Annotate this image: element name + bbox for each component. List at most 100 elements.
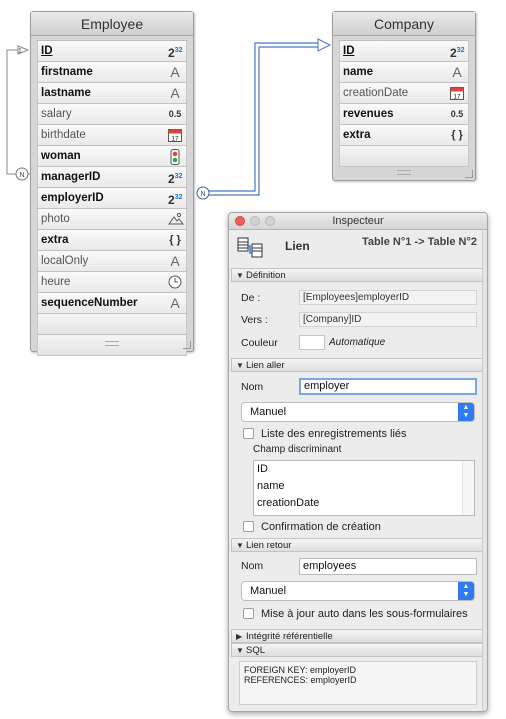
field-row-lastname[interactable]: lastname A xyxy=(37,83,187,104)
section-sql[interactable]: ▼ SQL xyxy=(231,643,485,657)
section-forward-link[interactable]: ▼ Lien aller xyxy=(231,358,485,372)
field-name: ID xyxy=(41,45,53,57)
manager-link-line[interactable] xyxy=(6,49,32,175)
field-name: salary xyxy=(41,108,72,120)
alpha-icon: A xyxy=(170,64,180,80)
minimize-window-button[interactable] xyxy=(250,216,260,226)
empty-field-row[interactable] xyxy=(37,314,187,335)
many-marker-employer-label: N xyxy=(200,191,205,198)
auto-update-checkbox[interactable] xyxy=(243,608,254,619)
section-forward-link-label: Lien aller xyxy=(246,360,285,371)
disclosure-open-icon[interactable]: ▼ xyxy=(236,644,244,657)
object-icon: { } xyxy=(169,234,181,246)
inspector-titlebar[interactable]: Inspecteur xyxy=(229,213,487,230)
list-item[interactable]: creationDate xyxy=(254,495,474,512)
auto-update-checkbox-row[interactable]: Mise à jour auto dans les sous-formulair… xyxy=(243,608,468,620)
many-marker-manager-label: N xyxy=(19,172,24,179)
field-name: heure xyxy=(41,276,71,288)
backward-mode-select[interactable]: Manuel ▲ ▼ xyxy=(241,581,475,601)
company-field-list: ID 232 name AcreationDate 17 revenues 0.5 extra… xyxy=(339,40,469,167)
backward-name-input[interactable]: employees xyxy=(299,558,477,575)
picture-icon xyxy=(168,210,185,228)
svg-text:17: 17 xyxy=(171,136,179,143)
related-list-checkbox-row[interactable]: Liste des enregistrements liés xyxy=(243,428,407,440)
employee-table-title[interactable]: Employee xyxy=(31,12,193,36)
inspector-window[interactable]: Inspecteur Lien Table N°1 -> Table N°2 ▼… xyxy=(228,212,488,712)
field-name: name xyxy=(343,66,374,78)
field-row-sequencenumber[interactable]: sequenceNumber A xyxy=(37,293,187,314)
forward-mode-select[interactable]: Manuel ▲ ▼ xyxy=(241,402,475,422)
many-marker-manager-icon xyxy=(15,167,29,181)
disclosure-closed-icon[interactable]: ▶ xyxy=(236,630,242,643)
resize-handle-icon[interactable] xyxy=(465,170,473,178)
forward-name-input[interactable]: employer xyxy=(299,378,477,395)
field-name: managerID xyxy=(41,171,101,183)
field-row-localonly[interactable]: localOnly A xyxy=(37,251,187,272)
integer32-icon: 232 xyxy=(450,46,465,60)
to-value: [Company]ID xyxy=(299,312,477,327)
field-row-managerid[interactable]: managerID 232 xyxy=(37,167,187,188)
disclosure-open-icon[interactable]: ▼ xyxy=(236,269,244,282)
empty-field-row[interactable] xyxy=(339,146,469,167)
field-name: firstname xyxy=(41,66,93,78)
field-row-name[interactable]: name A xyxy=(339,62,469,83)
resize-handle-icon[interactable] xyxy=(183,341,191,349)
section-integrity[interactable]: ▶ Intégrité référentielle xyxy=(231,629,485,643)
relation-link-icon xyxy=(237,237,263,258)
company-table-title[interactable]: Company xyxy=(333,12,475,36)
from-label: De : xyxy=(241,292,261,304)
field-row-employerid[interactable]: employerID 232 xyxy=(37,188,187,209)
to-label: Vers : xyxy=(241,314,268,326)
field-row-revenues[interactable]: revenues 0.5 xyxy=(339,104,469,125)
field-row-salary[interactable]: salary 0.5 xyxy=(37,104,187,125)
employer-link-line[interactable] xyxy=(209,42,318,196)
section-definition[interactable]: ▼ Définition xyxy=(231,268,485,282)
field-row-id[interactable]: ID 232 xyxy=(339,41,469,62)
inspector-scrollbar[interactable] xyxy=(482,231,487,711)
confirm-checkbox-row[interactable]: Confirmation de création xyxy=(243,521,381,533)
employee-table[interactable]: Employee ID 232 firstname Alastname Asalary 0… xyxy=(30,11,194,356)
field-name: woman xyxy=(41,150,81,162)
inspector-header: Lien Table N°1 -> Table N°2 xyxy=(229,230,487,268)
disclosure-open-icon[interactable]: ▼ xyxy=(236,539,244,552)
field-row-creationdate[interactable]: creationDate 17 xyxy=(339,83,469,104)
field-row-birthdate[interactable]: birthdate 17 xyxy=(37,125,187,146)
sql-line-references: REFERENCES: employerID xyxy=(244,675,357,685)
discriminant-label: Champ discriminant xyxy=(253,444,342,455)
field-name: employerID xyxy=(41,192,104,204)
object-type-label: Lien xyxy=(285,239,310,253)
updown-chevron-icon[interactable]: ▲ ▼ xyxy=(458,403,474,421)
auto-update-label: Mise à jour auto dans les sous-formulair… xyxy=(261,608,468,620)
field-row-id[interactable]: ID 232 xyxy=(37,41,187,62)
zoom-window-button[interactable] xyxy=(265,216,275,226)
disclosure-open-icon[interactable]: ▼ xyxy=(236,359,244,372)
close-window-button[interactable] xyxy=(235,216,245,226)
color-label: Couleur xyxy=(241,337,278,349)
field-row-extra[interactable]: extra { } xyxy=(339,125,469,146)
related-list-checkbox[interactable] xyxy=(243,428,254,439)
list-item[interactable]: ID xyxy=(254,461,474,478)
section-backward-link-label: Lien retour xyxy=(246,540,292,551)
sql-line-foreign-key: FOREIGN KEY: employerID xyxy=(244,665,357,675)
list-scrollbar[interactable] xyxy=(462,461,474,515)
updown-chevron-icon[interactable]: ▲ ▼ xyxy=(458,582,474,600)
field-row-woman[interactable]: woman xyxy=(37,146,187,167)
field-row-photo[interactable]: photo xyxy=(37,209,187,230)
section-backward-link[interactable]: ▼ Lien retour xyxy=(231,538,485,552)
integer32-icon: 232 xyxy=(168,193,183,207)
one-marker-label: 1 xyxy=(18,48,22,55)
list-item[interactable]: name xyxy=(254,478,474,495)
grip-icon[interactable] xyxy=(105,341,119,346)
sql-text-area[interactable]: FOREIGN KEY: employerID REFERENCES: empl… xyxy=(239,661,477,705)
company-table[interactable]: Company ID 232 name AcreationDate 17 revenues… xyxy=(332,11,476,181)
grip-icon[interactable] xyxy=(397,170,411,175)
color-swatch[interactable] xyxy=(299,335,325,350)
discriminant-list[interactable]: ID name creationDate xyxy=(253,460,475,516)
svg-text:17: 17 xyxy=(453,94,461,101)
field-row-extra[interactable]: extra { } xyxy=(37,230,187,251)
confirm-creation-checkbox[interactable] xyxy=(243,521,254,532)
field-row-firstname[interactable]: firstname A xyxy=(37,62,187,83)
field-row-heure[interactable]: heure xyxy=(37,272,187,293)
date-icon: 17 xyxy=(168,126,182,144)
field-name: extra xyxy=(41,234,69,246)
